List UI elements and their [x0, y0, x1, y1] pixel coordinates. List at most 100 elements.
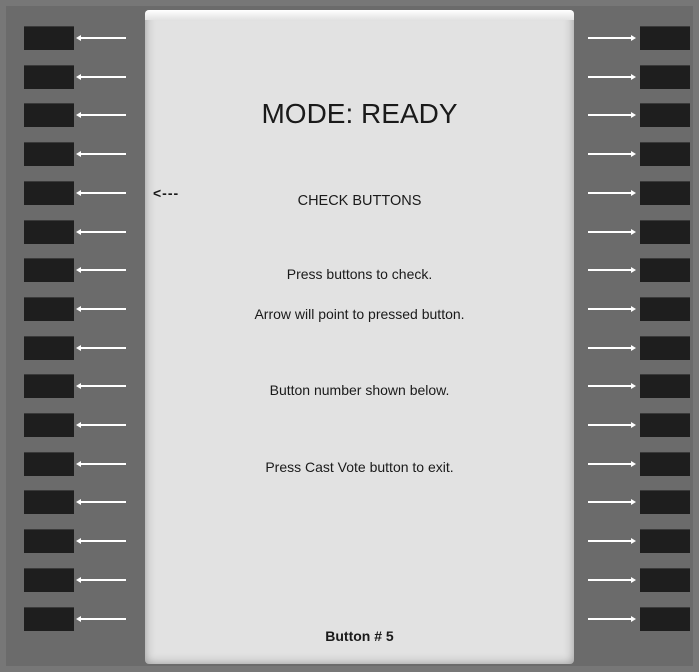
arrow-left-icon	[76, 190, 126, 196]
left-hardware-button-4[interactable]	[24, 142, 74, 166]
arrow-right-icon	[588, 538, 636, 544]
left-button-row-13	[24, 490, 134, 514]
right-button-row-2	[588, 65, 699, 89]
right-button-row-9	[588, 336, 699, 360]
left-button-row-12	[24, 452, 134, 476]
right-button-row-6	[588, 220, 699, 244]
right-button-row-5	[588, 181, 699, 205]
left-hardware-button-5[interactable]	[24, 181, 74, 205]
right-hardware-button-4[interactable]	[640, 142, 690, 166]
arrow-right-icon	[588, 229, 636, 235]
left-hardware-button-12[interactable]	[24, 452, 74, 476]
screen-highlight	[145, 10, 574, 20]
left-button-row-4	[24, 142, 134, 166]
right-hardware-button-13[interactable]	[640, 490, 690, 514]
check-buttons-heading: CHECK BUTTONS	[297, 193, 422, 209]
left-button-row-11	[24, 413, 134, 437]
right-hardware-button-6[interactable]	[640, 220, 690, 244]
left-hardware-button-13[interactable]	[24, 490, 74, 514]
right-button-row-14	[588, 529, 699, 553]
right-button-row-4	[588, 142, 699, 166]
arrow-left-icon	[76, 151, 126, 157]
right-hardware-button-14[interactable]	[640, 529, 690, 553]
left-button-row-8	[24, 297, 134, 321]
right-button-column	[574, 0, 699, 672]
right-button-row-1	[588, 26, 699, 50]
left-button-row-6	[24, 220, 134, 244]
arrow-right-icon	[588, 577, 636, 583]
display-screen: MODE: READY <--- CHECK BUTTONS Press but…	[145, 10, 574, 664]
arrow-right-icon	[588, 112, 636, 118]
instruction-arrow-points: Arrow will point to pressed button.	[254, 306, 465, 322]
right-hardware-button-12[interactable]	[640, 452, 690, 476]
arrow-right-icon	[588, 190, 636, 196]
arrow-left-icon	[76, 267, 126, 273]
left-hardware-button-6[interactable]	[24, 220, 74, 244]
arrow-right-icon	[588, 422, 636, 428]
left-hardware-button-15[interactable]	[24, 568, 74, 592]
left-button-row-7	[24, 258, 134, 282]
left-button-column	[0, 0, 145, 672]
right-hardware-button-10[interactable]	[640, 374, 690, 398]
right-hardware-button-7[interactable]	[640, 258, 690, 282]
left-hardware-button-10[interactable]	[24, 374, 74, 398]
arrow-right-icon	[588, 383, 636, 389]
arrow-left-icon	[76, 383, 126, 389]
arrow-left-icon	[76, 422, 126, 428]
left-hardware-button-2[interactable]	[24, 65, 74, 89]
left-hardware-button-1[interactable]	[24, 26, 74, 50]
right-button-row-3	[588, 103, 699, 127]
arrow-right-icon	[588, 345, 636, 351]
left-button-row-14	[24, 529, 134, 553]
right-hardware-button-5[interactable]	[640, 181, 690, 205]
right-button-row-16	[588, 607, 699, 631]
arrow-left-icon	[76, 616, 126, 622]
arrow-left-icon	[76, 306, 126, 312]
left-button-row-2	[24, 65, 134, 89]
arrow-left-icon	[76, 35, 126, 41]
right-button-row-15	[588, 568, 699, 592]
right-hardware-button-2[interactable]	[640, 65, 690, 89]
arrow-right-icon	[588, 35, 636, 41]
right-hardware-button-15[interactable]	[640, 568, 690, 592]
left-button-row-10	[24, 374, 134, 398]
arrow-left-icon	[76, 229, 126, 235]
left-button-row-1	[24, 26, 134, 50]
arrow-right-icon	[588, 151, 636, 157]
left-hardware-button-11[interactable]	[24, 413, 74, 437]
right-button-row-13	[588, 490, 699, 514]
right-hardware-button-8[interactable]	[640, 297, 690, 321]
left-button-row-16	[24, 607, 134, 631]
left-button-row-3	[24, 103, 134, 127]
left-hardware-button-8[interactable]	[24, 297, 74, 321]
button-number-readout: Button # 5	[325, 628, 394, 644]
right-button-row-8	[588, 297, 699, 321]
instruction-press-buttons: Press buttons to check.	[286, 266, 433, 282]
arrow-right-icon	[588, 306, 636, 312]
arrow-right-icon	[588, 616, 636, 622]
right-button-row-7	[588, 258, 699, 282]
right-hardware-button-3[interactable]	[640, 103, 690, 127]
right-hardware-button-9[interactable]	[640, 336, 690, 360]
arrow-left-icon	[76, 538, 126, 544]
right-button-row-12	[588, 452, 699, 476]
left-button-row-5	[24, 181, 134, 205]
left-hardware-button-9[interactable]	[24, 336, 74, 360]
arrow-left-icon	[76, 112, 126, 118]
arrow-right-icon	[588, 267, 636, 273]
arrow-left-icon	[76, 577, 126, 583]
left-hardware-button-16[interactable]	[24, 607, 74, 631]
right-hardware-button-11[interactable]	[640, 413, 690, 437]
right-hardware-button-16[interactable]	[640, 607, 690, 631]
arrow-right-icon	[588, 74, 636, 80]
arrow-left-icon	[76, 74, 126, 80]
left-hardware-button-14[interactable]	[24, 529, 74, 553]
right-button-row-11	[588, 413, 699, 437]
left-hardware-button-7[interactable]	[24, 258, 74, 282]
right-hardware-button-1[interactable]	[640, 26, 690, 50]
arrow-left-icon	[76, 345, 126, 351]
instruction-cast-vote-exit: Press Cast Vote button to exit.	[265, 459, 454, 475]
left-button-row-15	[24, 568, 134, 592]
left-hardware-button-3[interactable]	[24, 103, 74, 127]
arrow-left-icon	[76, 499, 126, 505]
